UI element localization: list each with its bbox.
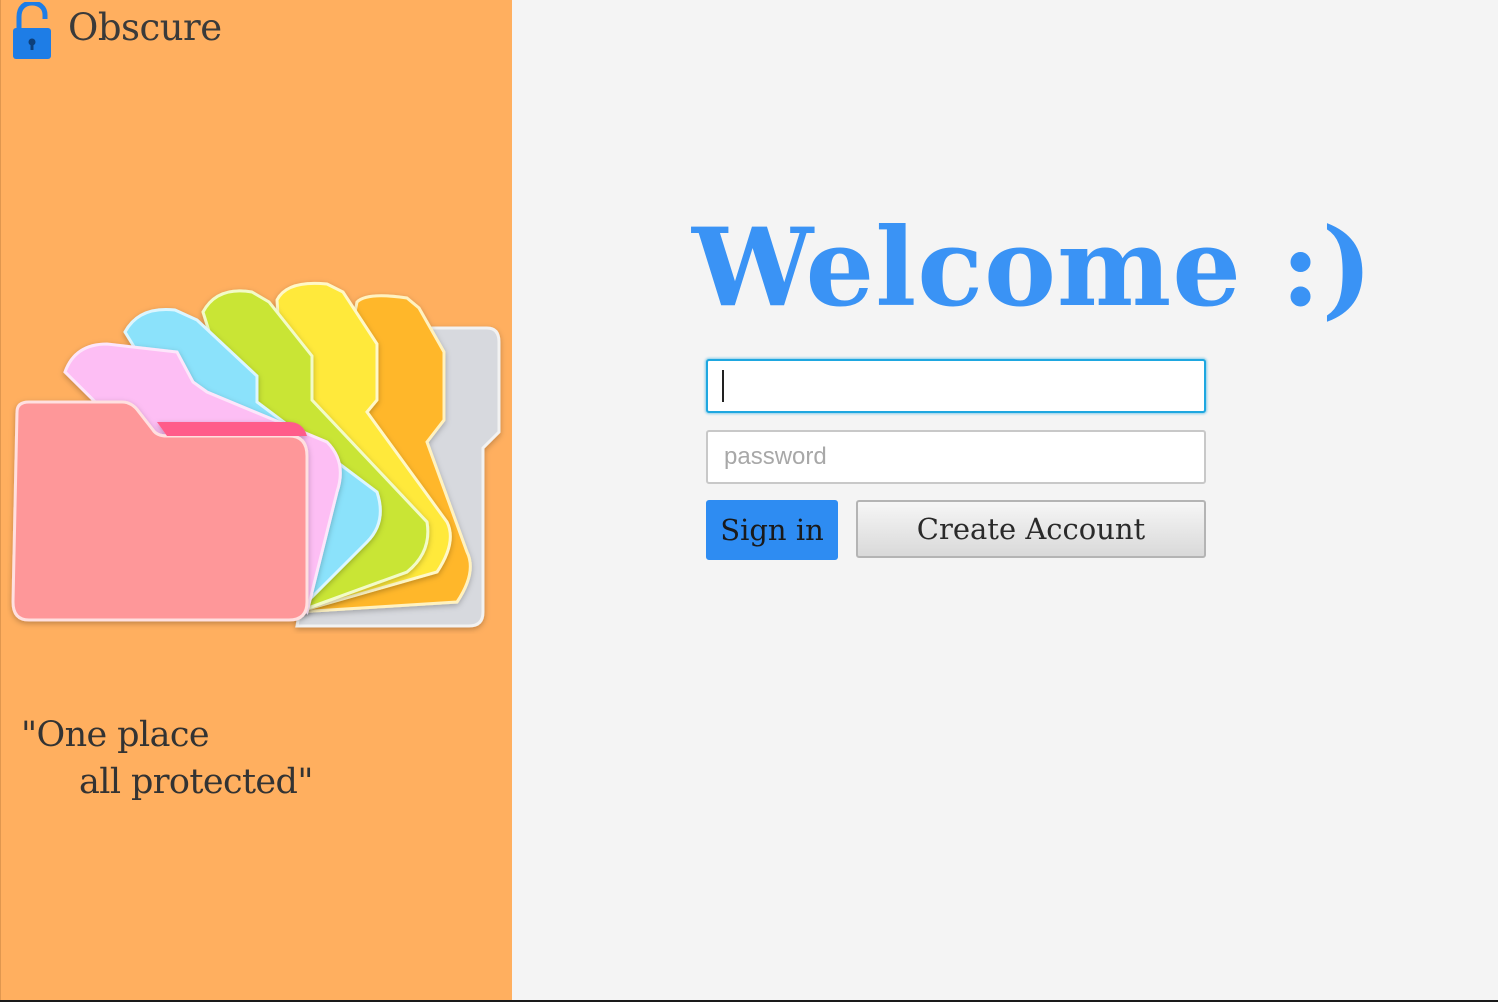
create-account-button[interactable]: Create Account: [856, 500, 1206, 558]
app-name: Obscure: [68, 5, 222, 49]
tagline-line-1: "One place: [21, 715, 210, 755]
app-window: Obscure "One place all protected" Welcom…: [0, 0, 1498, 1000]
welcome-heading: Welcome :): [692, 205, 1374, 331]
lock-icon: [13, 2, 51, 59]
folders-fan-illustration: [11, 281, 501, 628]
brand: Obscure: [11, 2, 222, 60]
username-input[interactable]: [706, 359, 1206, 413]
sidebar: Obscure "One place all protected": [0, 0, 512, 1000]
tagline-line-2: all protected": [79, 762, 313, 802]
tagline: "One place all protected": [21, 712, 313, 806]
text-cursor: [722, 370, 724, 402]
password-input[interactable]: [706, 430, 1206, 484]
sign-in-button[interactable]: Sign in: [706, 500, 838, 560]
login-panel: Welcome :) Sign in Create Account: [512, 0, 1498, 1000]
